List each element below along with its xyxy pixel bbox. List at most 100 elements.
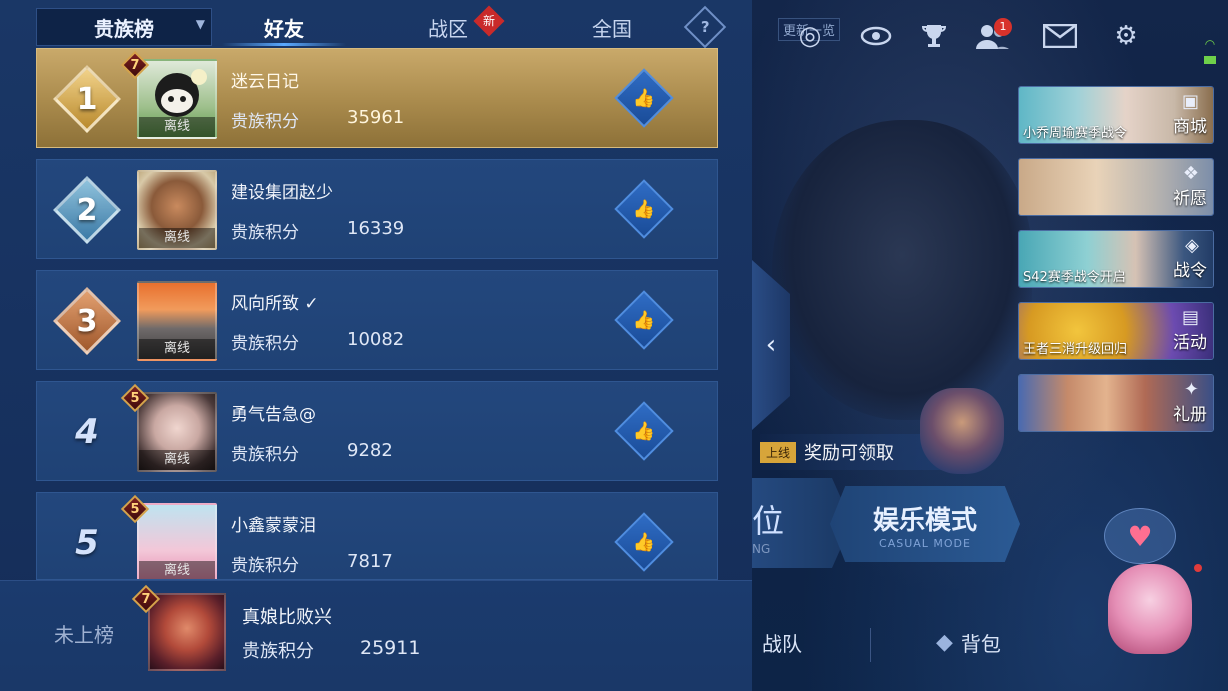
score-value: 9282 [347, 440, 393, 461]
my-score-value: 25911 [360, 637, 421, 659]
score-label: 贵族积分 [231, 445, 299, 465]
pass-icon: ◈ [1185, 235, 1199, 256]
gift-icon: ✦ [1183, 379, 1199, 400]
score-value: 35961 [347, 107, 405, 128]
rank-badge: 3 [51, 285, 123, 357]
my-vip-badge: 7 [131, 584, 161, 614]
avatar[interactable]: 离线 [137, 281, 217, 361]
online-status: 离线 [139, 561, 215, 579]
nav-divider [870, 628, 871, 662]
game-lobby-background: 更新一览 ◎ 1 ⚙ ◠ ▣ 小乔周瑜赛季战令 商城 ❖ 祈愿 ◈ S42赛季战… [752, 0, 1228, 691]
rank-badge: 5 [75, 523, 99, 563]
like-icon: 👍 [632, 87, 656, 109]
target-icon[interactable]: ◎ [790, 16, 830, 56]
like-icon: 👍 [632, 198, 656, 220]
tab-region[interactable]: 战区 新 [388, 5, 508, 46]
leaderboard-list: 1 离线 7 迷云日记 贵族积分 35961 👍 2 离线 建设集团赵少 贵族积… [36, 48, 718, 591]
like-button[interactable]: 👍 [614, 68, 674, 128]
leaderboard-panel: 贵族榜 ▼ 好友 战区 新 全国 ? 1 离线 7 迷云日记 贵族积分 3596… [0, 0, 752, 691]
side-card-wish[interactable]: ❖ 祈愿 [1018, 158, 1214, 216]
side-cards: ▣ 小乔周瑜赛季战令 商城 ❖ 祈愿 ◈ S42赛季战令开启 战令 ▤ 王者三消… [1018, 86, 1214, 446]
casual-mode-button[interactable]: 娱乐模式 CASUAL MODE [830, 486, 1020, 562]
gear-icon[interactable]: ⚙ [1106, 16, 1146, 56]
rank-badge: 2 [51, 174, 123, 246]
event-icon: ▤ [1181, 307, 1199, 328]
help-icon[interactable]: ? [683, 5, 727, 49]
player-name: 勇气告急@ [231, 405, 316, 425]
vip-badge: 5 [120, 383, 150, 413]
side-card-pass[interactable]: ◈ S42赛季战令开启 战令 [1018, 230, 1214, 288]
friends-badge: 1 [994, 18, 1012, 36]
online-status: 离线 [139, 450, 215, 470]
like-button[interactable]: 👍 [614, 179, 674, 239]
online-status: 离线 [139, 339, 215, 359]
tab-national[interactable]: 全国 [556, 8, 668, 46]
like-icon: 👍 [632, 531, 656, 553]
wish-icon: ❖ [1182, 163, 1199, 184]
score-value: 7817 [347, 551, 393, 572]
like-button[interactable]: 👍 [614, 290, 674, 350]
leaderboard-row[interactable]: 3 离线 风向所致 ✓ 贵族积分 10082 👍 [36, 270, 718, 370]
online-status: 离线 [139, 117, 215, 137]
like-button[interactable]: 👍 [614, 512, 674, 572]
chevron-down-icon: ▼ [195, 17, 205, 31]
chevron-left-icon: ‹ [765, 330, 777, 360]
avatar[interactable]: 离线 [137, 392, 217, 472]
battery-icon [1204, 56, 1216, 64]
hero-artwork [772, 120, 1032, 420]
score-label: 贵族积分 [231, 223, 299, 243]
player-name: 迷云日记 [231, 72, 299, 92]
vip-badge: 5 [120, 494, 150, 524]
leaderboard-row[interactable]: 5 离线 5 小鑫蒙蒙泪 贵族积分 7817 👍 [36, 492, 718, 580]
nav-bag[interactable]: ◆ 背包 [936, 628, 1001, 657]
top-toolbar: 更新一览 ◎ 1 ⚙ ◠ [752, 16, 1228, 64]
online-status: 离线 [139, 228, 215, 248]
like-button[interactable]: 👍 [614, 401, 674, 461]
score-label: 贵族积分 [231, 112, 299, 132]
heart-icon: ♥ [1104, 508, 1176, 564]
side-card-shop[interactable]: ▣ 小乔周瑜赛季战令 商城 [1018, 86, 1214, 144]
reward-text: 奖励可领取 [804, 443, 895, 464]
score-label: 贵族积分 [231, 556, 299, 576]
online-tag: 上线 [760, 441, 797, 463]
my-rank-status: 未上榜 [54, 623, 114, 647]
my-score-label: 贵族积分 [242, 641, 314, 662]
score-value: 16339 [347, 218, 405, 239]
hero-portrait [920, 388, 1004, 474]
leaderboard-row[interactable]: 4 离线 5 勇气告急@ 贵族积分 9282 👍 [36, 381, 718, 481]
player-name: 建设集团赵少 [231, 183, 333, 203]
rank-badge: 4 [75, 412, 99, 452]
new-badge: 新 [473, 5, 505, 37]
side-card-event[interactable]: ▤ 王者三消升级回归 活动 [1018, 302, 1214, 360]
friends-icon[interactable]: 1 [972, 16, 1012, 56]
trophy-icon[interactable] [914, 16, 954, 56]
my-ranking-bar: 未上榜 7 真娘比败兴 贵族积分 25911 [0, 580, 752, 691]
leaderboard-row[interactable]: 1 离线 7 迷云日记 贵族积分 35961 👍 [36, 48, 718, 148]
avatar[interactable]: 离线 [137, 59, 217, 139]
leaderboard-type-dropdown[interactable]: 贵族榜 ▼ [36, 8, 212, 46]
player-name: 风向所致 ✓ [231, 294, 319, 314]
avatar[interactable]: 离线 [137, 170, 217, 250]
mail-icon[interactable] [1040, 16, 1080, 56]
like-icon: 👍 [632, 420, 656, 442]
eye-icon[interactable] [856, 16, 896, 56]
nav-team[interactable]: 战队 [762, 628, 802, 657]
wifi-icon: ◠ [1204, 37, 1216, 51]
shop-icon: ▣ [1181, 91, 1199, 112]
score-label: 贵族积分 [231, 334, 299, 354]
rank-badge: 1 [51, 63, 123, 135]
like-icon: 👍 [632, 309, 656, 331]
avatar[interactable]: 离线 [137, 503, 217, 579]
mascot-character [1108, 564, 1192, 654]
bag-icon: ◆ [936, 630, 953, 655]
side-card-gift[interactable]: ✦ 礼册 [1018, 374, 1214, 432]
vip-badge: 7 [120, 50, 150, 80]
status-indicator: ◠ [1200, 38, 1220, 64]
mascot[interactable]: ♥ [1094, 508, 1204, 658]
player-name: 小鑫蒙蒙泪 [231, 516, 316, 536]
leaderboard-row[interactable]: 2 离线 建设集团赵少 贵族积分 16339 👍 [36, 159, 718, 259]
tab-friends[interactable]: 好友 [222, 8, 346, 46]
notification-dot [1194, 564, 1202, 572]
my-name: 真娘比败兴 [242, 607, 332, 628]
tab-bar: 贵族榜 ▼ 好友 战区 新 全国 ? [36, 5, 727, 49]
